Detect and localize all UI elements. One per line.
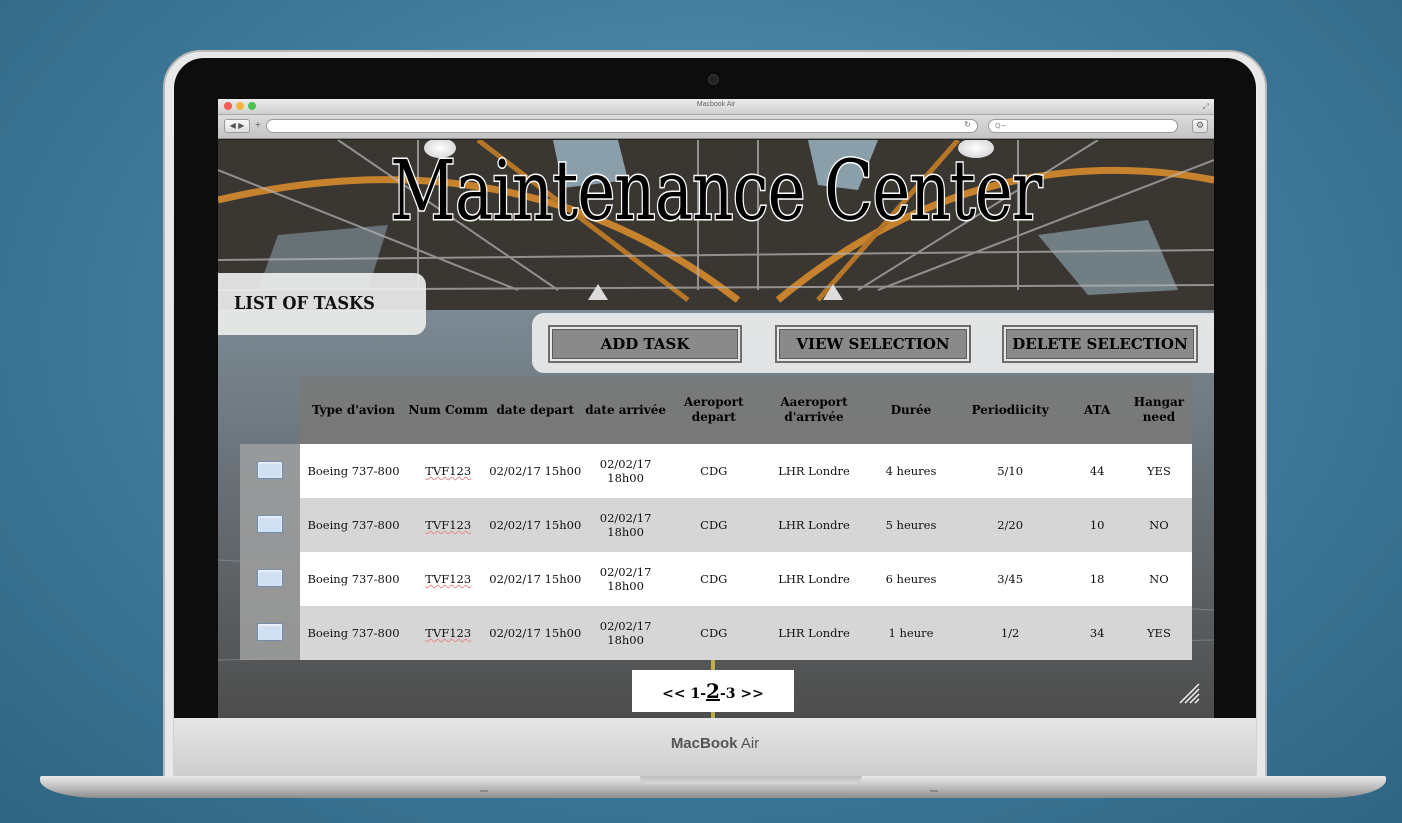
table-row[interactable]: Boeing 737-800 TVF123 02/02/17 15h00 02/… [240, 552, 1192, 606]
column-header[interactable]: Periodiicity [951, 376, 1069, 444]
back-forward-button[interactable]: ◀ ▶ [224, 119, 250, 133]
tasks-table: Type d'avion Num Comm date depart date a… [240, 376, 1192, 660]
laptop-base [40, 776, 1386, 798]
row-select-cell [240, 498, 300, 552]
browser-toolbar: ◀ ▶ + ↻ Q~ ⚙ [218, 115, 1214, 139]
hangar-need-cell: NO [1125, 498, 1192, 552]
order-number-cell: TVF123 [407, 552, 489, 606]
next-page-link[interactable]: >> [740, 686, 763, 702]
arrival-airport-cell: LHR Londre [757, 498, 871, 552]
column-header[interactable]: ATA [1068, 376, 1126, 444]
ata-cell: 18 [1068, 552, 1126, 606]
hangar-need-cell: NO [1125, 552, 1192, 606]
order-number-cell: TVF123 [407, 444, 489, 498]
row-checkbox[interactable] [256, 622, 283, 641]
resize-grip-icon[interactable] [1178, 682, 1200, 704]
hangar-need-cell: YES [1125, 444, 1192, 498]
pagination: << 1-2-3 >> [632, 670, 794, 712]
ata-cell: 34 [1068, 606, 1126, 660]
row-select-cell [240, 606, 300, 660]
column-header[interactable]: Aeroport depart [669, 376, 758, 444]
hangar-need-cell: YES [1125, 606, 1192, 660]
search-input[interactable]: Q~ [988, 119, 1178, 133]
arrival-date-cell: 02/02/17 18h00 [581, 444, 670, 498]
gear-icon[interactable]: ⚙ [1192, 119, 1208, 133]
departure-date-cell: 02/02/17 15h00 [489, 498, 582, 552]
column-header[interactable]: Num Comm [407, 376, 489, 444]
arrival-date-cell: 02/02/17 18h00 [581, 498, 670, 552]
section-title: LIST OF TASKS [234, 293, 375, 314]
periodicity-cell: 1/2 [951, 606, 1069, 660]
table-row[interactable]: Boeing 737-800 TVF123 02/02/17 15h00 02/… [240, 498, 1192, 552]
ata-cell: 44 [1068, 444, 1126, 498]
departure-date-cell: 02/02/17 15h00 [489, 444, 582, 498]
current-page-link[interactable]: 2 [706, 679, 720, 703]
row-select-cell [240, 444, 300, 498]
aircraft-type-cell: Boeing 737-800 [299, 444, 408, 498]
periodicity-cell: 3/45 [951, 552, 1069, 606]
column-header[interactable]: Aaeroport d'arrivée [757, 376, 871, 444]
departure-airport-cell: CDG [669, 444, 758, 498]
departure-airport-cell: CDG [669, 552, 758, 606]
table-row[interactable]: Boeing 737-800 TVF123 02/02/17 15h00 02/… [240, 444, 1192, 498]
column-header[interactable]: date depart [489, 376, 582, 444]
view-selection-button[interactable]: VIEW SELECTION [775, 325, 971, 363]
departure-date-cell: 02/02/17 15h00 [489, 606, 582, 660]
order-number-cell: TVF123 [407, 606, 489, 660]
camera-icon [708, 74, 719, 85]
page-link[interactable]: 3 [726, 686, 736, 702]
macbook-label: MacBook Air [670, 735, 760, 752]
arrival-date-cell: 02/02/17 18h00 [581, 552, 670, 606]
laptop-chin: MacBook Air [174, 718, 1256, 776]
base-notch [640, 776, 862, 784]
departure-airport-cell: CDG [669, 498, 758, 552]
column-header[interactable]: Durée [870, 376, 952, 444]
departure-airport-cell: CDG [669, 606, 758, 660]
order-number-cell: TVF123 [407, 498, 489, 552]
column-header[interactable]: Hangar need [1125, 376, 1192, 444]
select-column-header [240, 376, 300, 444]
reload-icon[interactable]: ↻ [964, 120, 971, 129]
window-titlebar: Macbook Air ⤢ [218, 99, 1214, 115]
arrival-airport-cell: LHR Londre [757, 444, 871, 498]
url-input[interactable]: ↻ [266, 119, 978, 133]
tasks-table-grid: Type d'avion Num Comm date depart date a… [240, 376, 1192, 660]
prev-page-link[interactable]: << [662, 686, 685, 702]
duration-cell: 5 heures [870, 498, 952, 552]
actions-toolbar: ADD TASK VIEW SELECTION DELETE SELECTION [532, 313, 1214, 373]
page-content: Maintenance Center LIST OF TASKS ADD TAS… [218, 140, 1214, 718]
delete-selection-button[interactable]: DELETE SELECTION [1002, 325, 1198, 363]
aircraft-type-cell: Boeing 737-800 [299, 498, 408, 552]
periodicity-cell: 5/10 [951, 444, 1069, 498]
duration-cell: 1 heure [870, 606, 952, 660]
periodicity-cell: 2/20 [951, 498, 1069, 552]
aircraft-type-cell: Boeing 737-800 [299, 606, 408, 660]
add-task-button[interactable]: ADD TASK [548, 325, 742, 363]
ata-cell: 10 [1068, 498, 1126, 552]
page-link[interactable]: 1 [690, 686, 700, 702]
column-header[interactable]: date arrivée [581, 376, 670, 444]
column-header[interactable]: Type d'avion [299, 376, 408, 444]
row-checkbox[interactable] [256, 514, 283, 533]
row-select-cell [240, 552, 300, 606]
laptop-foot [480, 790, 488, 792]
duration-cell: 6 heures [870, 552, 952, 606]
table-row[interactable]: Boeing 737-800 TVF123 02/02/17 15h00 02/… [240, 606, 1192, 660]
table-header-row: Type d'avion Num Comm date depart date a… [240, 376, 1192, 444]
fullscreen-icon[interactable]: ⤢ [1203, 102, 1209, 112]
browser-window: Macbook Air ⤢ ◀ ▶ + ↻ Q~ ⚙ Maintenance C… [218, 99, 1214, 718]
aircraft-type-cell: Boeing 737-800 [299, 552, 408, 606]
arrival-date-cell: 02/02/17 18h00 [581, 606, 670, 660]
window-title: Macbook Air [696, 101, 736, 108]
laptop-foot [930, 790, 938, 792]
page-title: Maintenance Center [389, 143, 1044, 241]
duration-cell: 4 heures [870, 444, 952, 498]
row-checkbox[interactable] [256, 568, 283, 587]
section-title-panel: LIST OF TASKS [218, 273, 426, 335]
row-checkbox[interactable] [256, 460, 283, 479]
add-tab-button[interactable]: + [252, 119, 264, 133]
arrival-airport-cell: LHR Londre [757, 606, 871, 660]
departure-date-cell: 02/02/17 15h00 [489, 552, 582, 606]
arrival-airport-cell: LHR Londre [757, 552, 871, 606]
